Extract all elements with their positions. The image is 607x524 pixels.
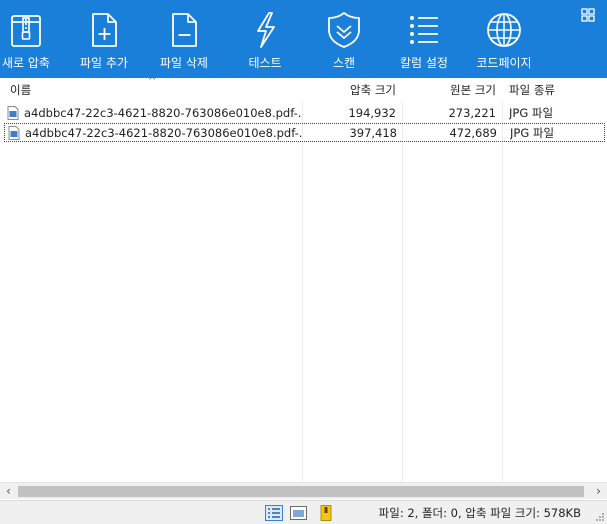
- file-delete-icon: [172, 13, 197, 47]
- packed-size: 397,418: [349, 126, 397, 140]
- archive-info-icon[interactable]: [319, 505, 337, 521]
- delete-file-label: 파일 삭제: [160, 56, 208, 70]
- codepage-label: 코드페이지: [476, 56, 532, 70]
- file-list: a4dbbc47-22c3-4621-8820-763086e010e8.pdf…: [0, 102, 607, 482]
- column-settings-icon: [410, 16, 438, 44]
- column-settings-button[interactable]: 칼럼 설정: [386, 0, 462, 78]
- column-header: ^ 이름 압축 크기 원본 크기 파일 종류: [0, 76, 607, 102]
- lightning-icon: [257, 12, 275, 48]
- globe-icon: [487, 13, 521, 47]
- details-view-icon[interactable]: [265, 505, 283, 521]
- app-window: 새로 압축 파일 추가 파일 삭제 테스트 스캔 칼럼 설정 코드페이지 ^ 이…: [0, 0, 607, 524]
- shield-icon: [328, 12, 360, 48]
- column-divider: [302, 102, 303, 482]
- new-archive-label: 새로 압축: [2, 56, 50, 70]
- original-size: 273,221: [448, 106, 496, 120]
- original-size: 472,689: [449, 126, 497, 140]
- zip-archive-icon: [11, 15, 41, 47]
- delete-file-button[interactable]: 파일 삭제: [146, 0, 222, 78]
- column-header-name[interactable]: 이름: [10, 78, 290, 102]
- column-divider: [402, 102, 403, 482]
- image-file-icon: [7, 106, 19, 120]
- file-add-icon: [92, 13, 117, 47]
- file-type: JPG 파일: [509, 106, 554, 120]
- horizontal-scrollbar[interactable]: ‹ ›: [0, 482, 607, 499]
- scroll-left-arrow-icon[interactable]: ‹: [0, 483, 17, 500]
- column-header-file-type[interactable]: 파일 종류: [509, 78, 599, 102]
- toolbar: 새로 압축 파일 추가 파일 삭제 테스트 스캔 칼럼 설정 코드페이지: [0, 0, 607, 78]
- test-button[interactable]: 테스트: [227, 0, 303, 78]
- file-name: a4dbbc47-22c3-4621-8820-763086e010e8.pdf…: [25, 126, 303, 140]
- column-divider: [502, 102, 503, 482]
- status-text: 파일: 2, 폴더: 0, 압축 파일 크기: 578KB: [378, 506, 581, 520]
- column-settings-label: 칼럼 설정: [400, 56, 448, 70]
- table-row[interactable]: a4dbbc47-22c3-4621-8820-763086e010e8.pdf…: [4, 104, 605, 123]
- packed-size: 194,932: [348, 106, 396, 120]
- status-bar: 파일: 2, 폴더: 0, 압축 파일 크기: 578KB: [0, 500, 607, 524]
- scrollbar-thumb[interactable]: [18, 486, 584, 497]
- table-row-selected[interactable]: a4dbbc47-22c3-4621-8820-763086e010e8.pdf…: [4, 123, 605, 142]
- scroll-right-arrow-icon[interactable]: ›: [590, 483, 607, 500]
- grid-menu-icon[interactable]: [581, 8, 595, 22]
- image-file-icon: [8, 126, 20, 140]
- add-file-button[interactable]: 파일 추가: [66, 0, 142, 78]
- preview-view-icon[interactable]: [290, 505, 308, 521]
- scan-button[interactable]: 스캔: [306, 0, 382, 78]
- add-file-label: 파일 추가: [80, 56, 128, 70]
- codepage-button[interactable]: 코드페이지: [466, 0, 542, 78]
- column-header-original-size[interactable]: 원본 크기: [404, 78, 496, 102]
- new-archive-button[interactable]: 새로 압축: [0, 0, 64, 78]
- scan-label: 스캔: [332, 56, 356, 70]
- resize-grip-icon[interactable]: [595, 512, 605, 522]
- column-header-packed-size[interactable]: 압축 크기: [304, 78, 396, 102]
- file-name: a4dbbc47-22c3-4621-8820-763086e010e8.pdf…: [24, 106, 302, 120]
- file-type: JPG 파일: [510, 126, 555, 140]
- test-label: 테스트: [248, 56, 282, 70]
